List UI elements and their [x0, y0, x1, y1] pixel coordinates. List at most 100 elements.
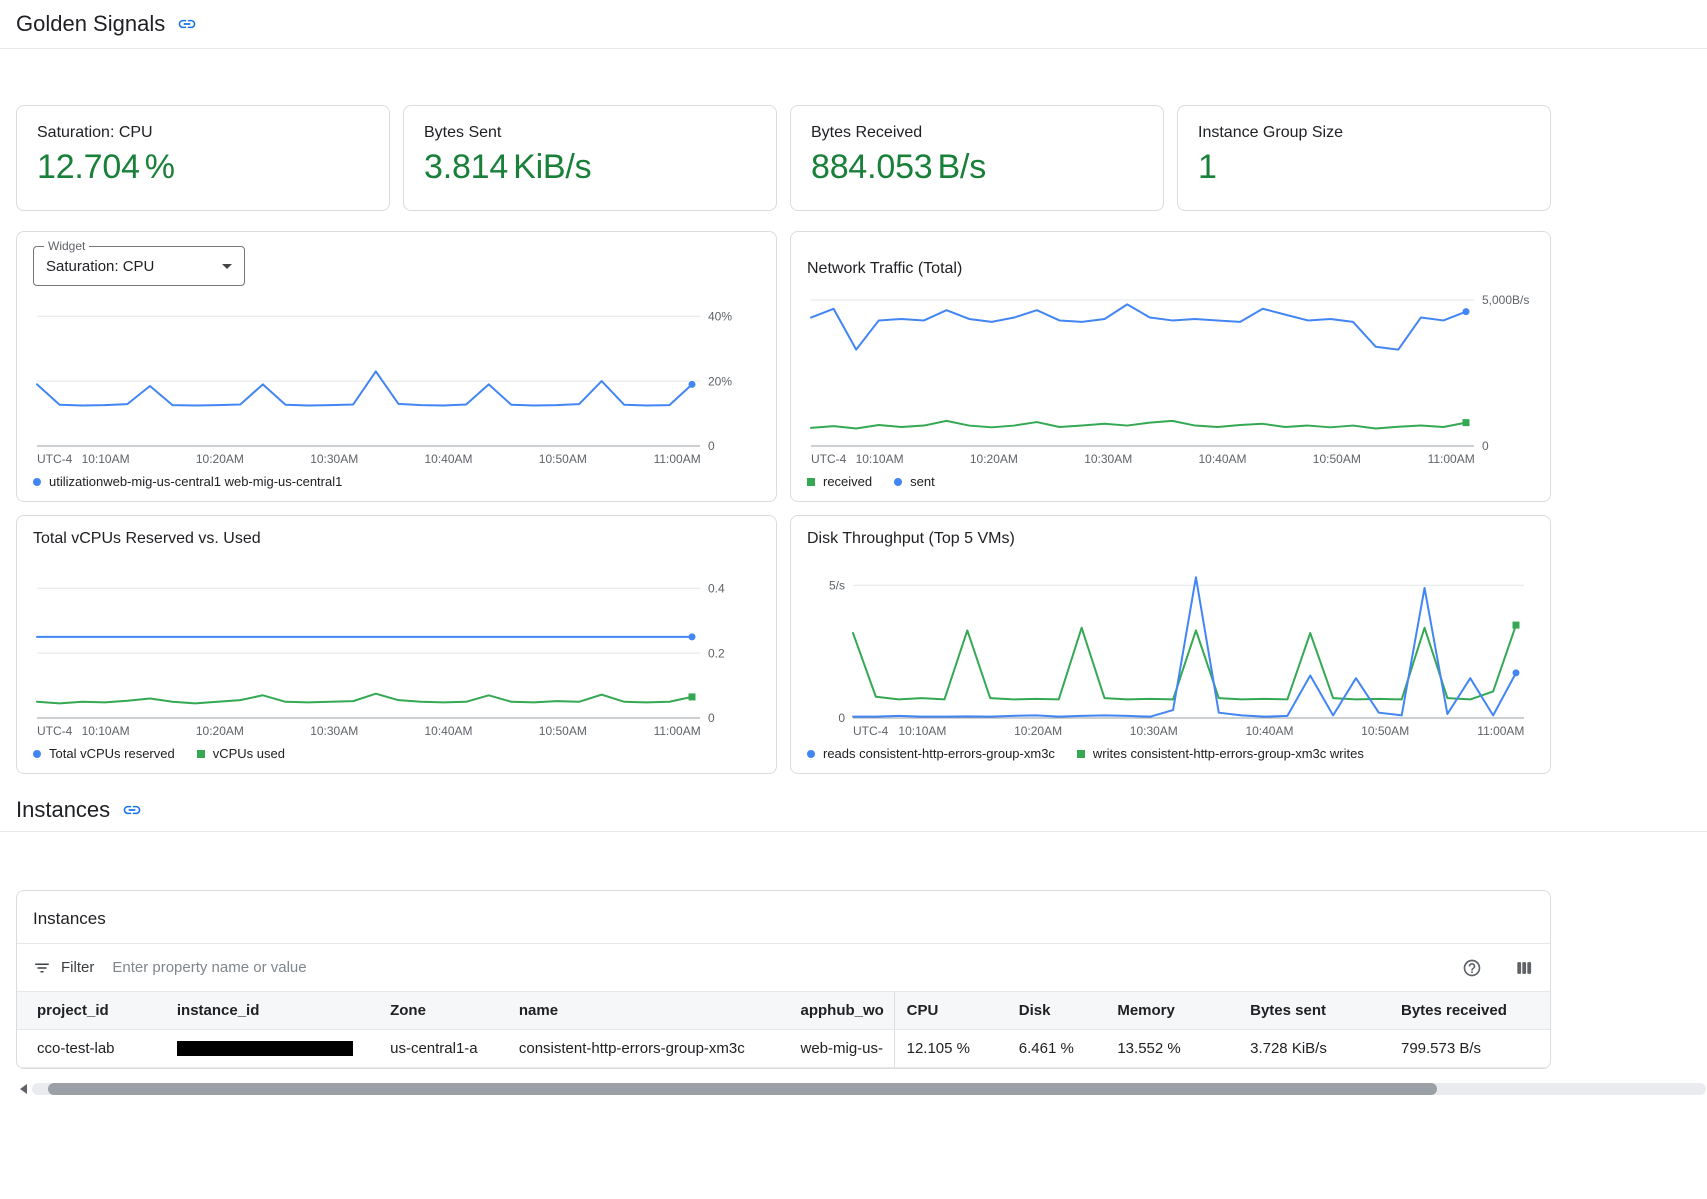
scorecard-instance-group-size: Instance Group Size 1 — [1177, 105, 1551, 211]
help-button[interactable] — [1462, 958, 1482, 978]
value-number: 3.814 — [424, 148, 508, 186]
legend-label: Total vCPUs reserved — [49, 746, 175, 761]
chart-title: Network Traffic (Total) — [807, 260, 962, 278]
widget-select[interactable]: Widget Saturation: CPU — [33, 246, 245, 286]
cell-memory: 13.552 % — [1105, 1030, 1238, 1068]
legend-item[interactable]: Total vCPUs reserved — [33, 746, 175, 761]
cell-instance-id — [165, 1030, 378, 1068]
legend-item[interactable]: reads consistent-http-errors-group-xm3c — [807, 746, 1055, 761]
legend-label: received — [823, 474, 872, 489]
svg-text:UTC-4: UTC-4 — [37, 452, 73, 466]
column-header-bytes-sent[interactable]: Bytes sent — [1238, 992, 1389, 1030]
chart-card-network-traffic: Network Traffic (Total) 5,000B/s0UTC-410… — [790, 231, 1551, 502]
svg-text:10:30AM: 10:30AM — [1084, 452, 1132, 466]
series-marker-circle — [33, 478, 41, 486]
legend-item[interactable]: received — [807, 474, 872, 489]
network-traffic-chart[interactable]: 5,000B/s0UTC-410:10AM10:20AM10:30AM10:40… — [807, 292, 1534, 468]
value-unit: B/s — [938, 148, 987, 186]
instances-table: project_id instance_id Zone name apphub_… — [17, 992, 1550, 1068]
filter-input[interactable] — [110, 958, 1430, 977]
chart-card-saturation-cpu: Widget Saturation: CPU 40%20%0UTC-410:10… — [16, 231, 777, 502]
svg-text:UTC-4: UTC-4 — [811, 452, 847, 466]
column-header-apphub[interactable]: apphub_wo — [789, 992, 895, 1030]
table-header-row: project_id instance_id Zone name apphub_… — [17, 992, 1550, 1030]
svg-text:0: 0 — [708, 711, 715, 725]
disk-throughput-chart[interactable]: 5/s0UTC-410:10AM10:20AM10:30AM10:40AM10:… — [807, 564, 1534, 740]
scorecard-label: Bytes Sent — [424, 124, 756, 142]
scorecard-value: 3.814KiB/s — [424, 148, 756, 187]
chevron-down-icon — [222, 264, 232, 269]
chart-title: Disk Throughput (Top 5 VMs) — [807, 530, 1015, 548]
cell-cpu: 12.105 % — [894, 1030, 1007, 1068]
legend-item[interactable]: sent — [894, 474, 935, 489]
svg-text:0: 0 — [708, 439, 715, 453]
column-header-instance-id[interactable]: instance_id — [165, 992, 378, 1030]
svg-text:5,000B/s: 5,000B/s — [1482, 293, 1529, 307]
chart-header: Total vCPUs Reserved vs. Used — [33, 530, 760, 564]
svg-text:10:10AM: 10:10AM — [856, 452, 904, 466]
chart-legend: reads consistent-http-errors-group-xm3c w… — [807, 746, 1534, 761]
legend-label: writes consistent-http-errors-group-xm3c… — [1093, 746, 1364, 761]
svg-text:10:10AM: 10:10AM — [898, 724, 946, 738]
cell-apphub: web-mig-us- — [789, 1030, 895, 1068]
chart-card-vcpus: Total vCPUs Reserved vs. Used 0.40.20UTC… — [16, 515, 777, 774]
column-header-cpu[interactable]: CPU — [894, 992, 1007, 1030]
cell-project-id: cco-test-lab — [17, 1030, 165, 1068]
scrollbar-thumb[interactable] — [48, 1083, 1437, 1095]
filter-label[interactable]: Filter — [61, 959, 94, 976]
scroll-left-icon[interactable] — [20, 1084, 27, 1094]
series-marker-square — [1077, 750, 1085, 758]
svg-text:11:00AM: 11:00AM — [654, 452, 701, 466]
link-icon[interactable] — [177, 14, 197, 34]
series-marker-circle — [807, 750, 815, 758]
scorecard-bytes-received: Bytes Received 884.053B/s — [790, 105, 1164, 211]
series-marker-square — [807, 478, 815, 486]
column-view-icon — [1514, 958, 1534, 978]
svg-text:10:20AM: 10:20AM — [196, 724, 244, 738]
scorecard-value: 12.704% — [37, 148, 369, 187]
legend-label: vCPUs used — [213, 746, 285, 761]
page-title: Golden Signals — [16, 11, 165, 37]
scrollbar-track[interactable] — [32, 1083, 1706, 1095]
cell-zone: us-central1-a — [378, 1030, 507, 1068]
instances-section-title: Instances — [16, 797, 110, 823]
column-header-bytes-received[interactable]: Bytes received — [1389, 992, 1550, 1030]
vcpus-chart[interactable]: 0.40.20UTC-410:10AM10:20AM10:30AM10:40AM… — [33, 564, 760, 740]
instances-section-header: Instances — [0, 788, 1707, 832]
column-header-zone[interactable]: Zone — [378, 992, 507, 1030]
cell-name: consistent-http-errors-group-xm3c — [507, 1030, 789, 1068]
filter-list-icon[interactable] — [33, 959, 51, 977]
widget-select-value: Saturation: CPU — [46, 258, 154, 275]
table-row[interactable]: cco-test-lab us-central1-a consistent-ht… — [17, 1030, 1550, 1068]
legend-item[interactable]: utilizationweb-mig-us-central1 web-mig-u… — [33, 474, 342, 489]
question-circle-icon — [1462, 958, 1482, 978]
value-unit: KiB/s — [513, 148, 591, 186]
link-icon[interactable] — [122, 800, 142, 820]
svg-text:UTC-4: UTC-4 — [37, 724, 73, 738]
svg-text:10:40AM: 10:40AM — [1199, 452, 1247, 466]
cell-bytes-sent: 3.728 KiB/s — [1238, 1030, 1389, 1068]
svg-text:11:00AM: 11:00AM — [1477, 724, 1524, 738]
column-header-disk[interactable]: Disk — [1007, 992, 1106, 1030]
svg-text:10:10AM: 10:10AM — [82, 452, 130, 466]
column-header-project-id[interactable]: project_id — [17, 992, 165, 1030]
column-header-name[interactable]: name — [507, 992, 789, 1030]
svg-text:10:50AM: 10:50AM — [1361, 724, 1409, 738]
legend-item[interactable]: writes consistent-http-errors-group-xm3c… — [1077, 746, 1364, 761]
svg-text:0.4: 0.4 — [708, 581, 725, 595]
value-number: 12.704 — [37, 148, 140, 186]
svg-text:10:30AM: 10:30AM — [310, 724, 358, 738]
column-header-memory[interactable]: Memory — [1105, 992, 1238, 1030]
scorecard-value: 884.053B/s — [811, 148, 1143, 187]
value-number: 1 — [1198, 148, 1217, 186]
legend-item[interactable]: vCPUs used — [197, 746, 285, 761]
column-display-button[interactable] — [1514, 958, 1534, 978]
filter-bar: Filter — [17, 943, 1550, 992]
legend-label: reads consistent-http-errors-group-xm3c — [823, 746, 1055, 761]
svg-text:40%: 40% — [708, 309, 732, 323]
svg-text:5/s: 5/s — [829, 578, 845, 592]
chart-title: Total vCPUs Reserved vs. Used — [33, 530, 261, 548]
legend-label: sent — [910, 474, 935, 489]
svg-text:UTC-4: UTC-4 — [853, 724, 889, 738]
saturation-cpu-chart[interactable]: 40%20%0UTC-410:10AM10:20AM10:30AM10:40AM… — [33, 292, 760, 468]
